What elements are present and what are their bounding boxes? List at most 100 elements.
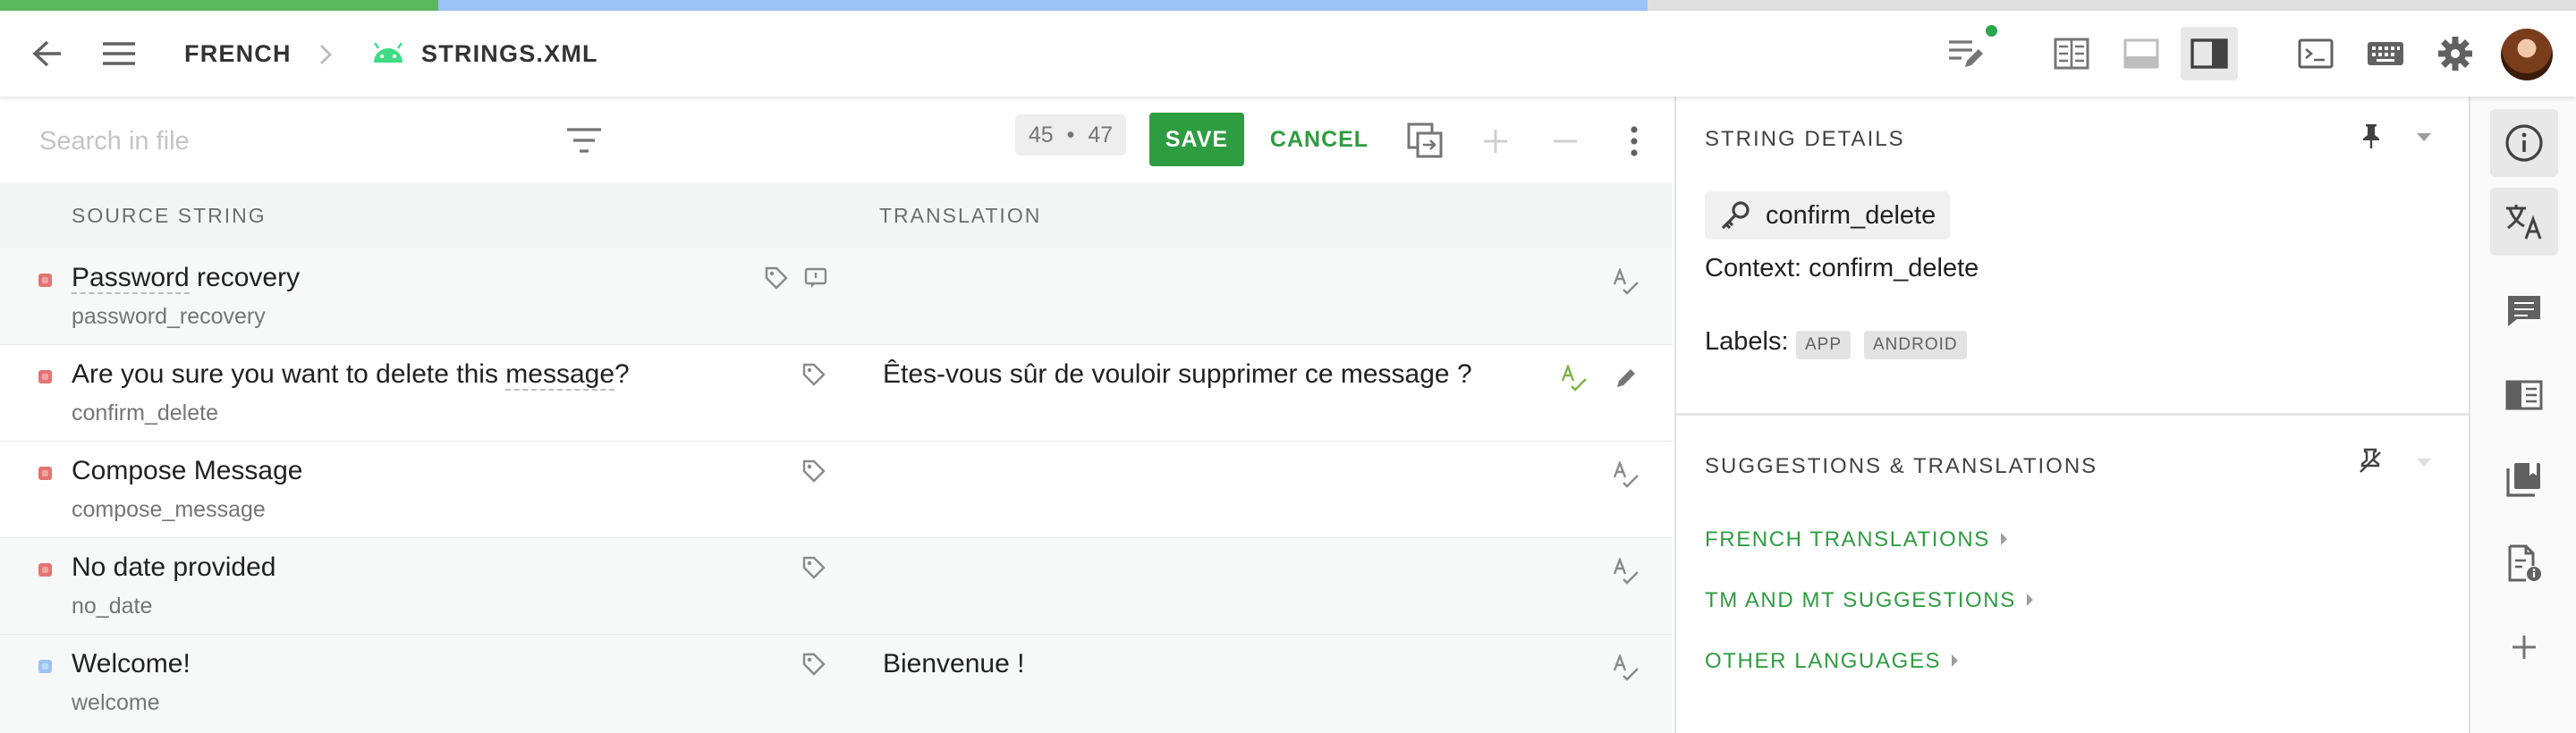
pin-icon[interactable] [2356,120,2386,152]
collapse-caret-icon[interactable] [2413,454,2435,472]
tag-icon[interactable] [762,265,791,291]
columns-icon[interactable] [2052,36,2091,72]
rows-icon[interactable] [2122,36,2161,72]
status-untranslated-marker [38,274,52,287]
counter-current: 45 [1028,122,1054,147]
gear-icon[interactable] [2435,34,2476,73]
string-counter: 45 • 47 [1015,114,1126,156]
tag-icon[interactable] [800,458,828,484]
table-row[interactable]: Compose Message compose_message [0,442,1673,538]
minus-icon[interactable] [1547,123,1583,159]
table-row-selected[interactable]: Are you sure you want to delete this mes… [0,345,1673,442]
table-row[interactable]: Password recovery password_recovery [0,249,1673,345]
hamburger-icon[interactable] [98,36,140,72]
add-panel-icon[interactable] [2506,629,2542,665]
spellcheck-icon[interactable] [1610,653,1642,683]
top-bar: FRENCH STRINGS.XML [0,11,2576,97]
source-string-part: Are you sure you want to delete this [72,359,506,389]
source-string: Are you sure you want to delete this mes… [72,359,630,391]
link-label: FRENCH TRANSLATIONS [1705,527,1990,552]
breadcrumb-language[interactable]: FRENCH [184,11,292,97]
source-column-header: SOURCE STRING [72,204,267,227]
progress-fuzzy [438,0,1648,11]
glossary-icon[interactable] [2504,375,2544,415]
counter-separator: • [1066,122,1075,147]
context-label: Context: [1705,254,1801,282]
spellcheck-icon[interactable] [1610,556,1642,586]
arrow-left-icon[interactable] [27,36,68,72]
source-string: Compose Message [72,456,303,485]
comments-icon[interactable] [2504,291,2544,331]
other-languages-link[interactable]: OTHER LANGUAGES [1705,649,1959,674]
terminal-icon[interactable] [2295,36,2336,72]
source-string: Welcome! [72,649,191,678]
tag-icon[interactable] [800,554,828,581]
breadcrumb-file[interactable]: STRINGS.XML [421,11,598,97]
string-key: password_recovery [72,304,266,329]
translation-text[interactable]: Êtes-vous sûr de vouloir supprimer ce me… [883,359,1472,390]
keyboard-icon[interactable] [2365,38,2406,70]
edit-pencil-icon[interactable] [1610,363,1642,393]
tag-icon[interactable] [800,361,828,388]
table-header: SOURCE STRING TRANSLATION [0,182,1673,249]
android-icon [370,39,406,68]
spellcheck-ok-icon[interactable] [1558,363,1590,393]
spellcheck-icon[interactable] [1610,266,1642,297]
caret-right-icon [2026,593,2033,606]
key-icon [1717,198,1753,232]
section-divider [1676,413,2469,416]
source-string-part: recovery [189,263,301,292]
labels-label: Labels: [1705,327,1789,356]
sidebar-layout-icon[interactable] [2190,36,2229,72]
notes-edit-icon[interactable] [1946,34,1987,73]
tm-mt-suggestions-link[interactable]: TM AND MT SUGGESTIONS [1705,588,2033,613]
status-fuzzy-marker [38,660,52,673]
link-label: TM AND MT SUGGESTIONS [1705,588,2016,612]
context-line: Context: confirm_delete [1705,254,1979,283]
status-untranslated-marker [38,467,52,480]
string-details-panel: STRING DETAILS confirm_delete Context: c… [1674,97,2469,733]
string-key: no_date [72,594,153,619]
plus-icon[interactable] [1478,123,1513,159]
cancel-button[interactable]: CANCEL [1261,113,1377,166]
caret-right-icon [1952,653,1959,667]
copy-source-icon[interactable] [1404,120,1445,161]
source-string: Password recovery [72,263,301,294]
status-untranslated-marker [38,563,52,577]
collapse-caret-icon[interactable] [2413,129,2435,147]
table-row[interactable]: Welcome! welcome Bienvenue ! [0,635,1673,733]
string-key: confirm_delete [72,400,218,425]
unpin-icon[interactable] [2354,445,2386,477]
progress-translated [0,0,438,11]
library-icon[interactable] [2504,459,2544,499]
tag-icon[interactable] [800,651,828,678]
translation-text[interactable]: Bienvenue ! [883,649,1024,679]
string-key: welcome [72,690,160,715]
french-translations-link[interactable]: FRENCH TRANSLATIONS [1705,527,2007,552]
chevron-right-icon [315,43,336,66]
caret-right-icon [2000,532,2007,545]
label-tag[interactable]: APP [1796,331,1852,359]
save-button[interactable]: SAVE [1149,113,1244,166]
suggestions-title: SUGGESTIONS & TRANSLATIONS [1705,454,2098,478]
info-icon[interactable] [2503,122,2546,164]
link-label: OTHER LANGUAGES [1705,649,1942,673]
status-untranslated-marker [38,370,52,383]
source-string-part: Password [72,263,190,294]
spellcheck-icon[interactable] [1610,459,1642,490]
table-row[interactable]: No date provided no_date [0,538,1673,635]
file-info-icon[interactable] [2504,543,2544,583]
avatar[interactable] [2501,29,2553,80]
context-value: confirm_delete [1809,254,1979,282]
notification-dot [1984,23,1999,38]
counter-total: 47 [1088,122,1114,147]
translate-icon[interactable] [2503,200,2546,243]
more-vert-icon[interactable] [1619,122,1649,161]
source-string-part: message [505,359,615,391]
filter-icon[interactable] [565,123,603,157]
source-string-part: ? [614,359,630,389]
comment-icon[interactable] [801,265,830,291]
string-details-title: STRING DETAILS [1705,127,1905,151]
label-tag[interactable]: ANDROID [1864,331,1967,359]
search-input[interactable] [39,123,540,159]
